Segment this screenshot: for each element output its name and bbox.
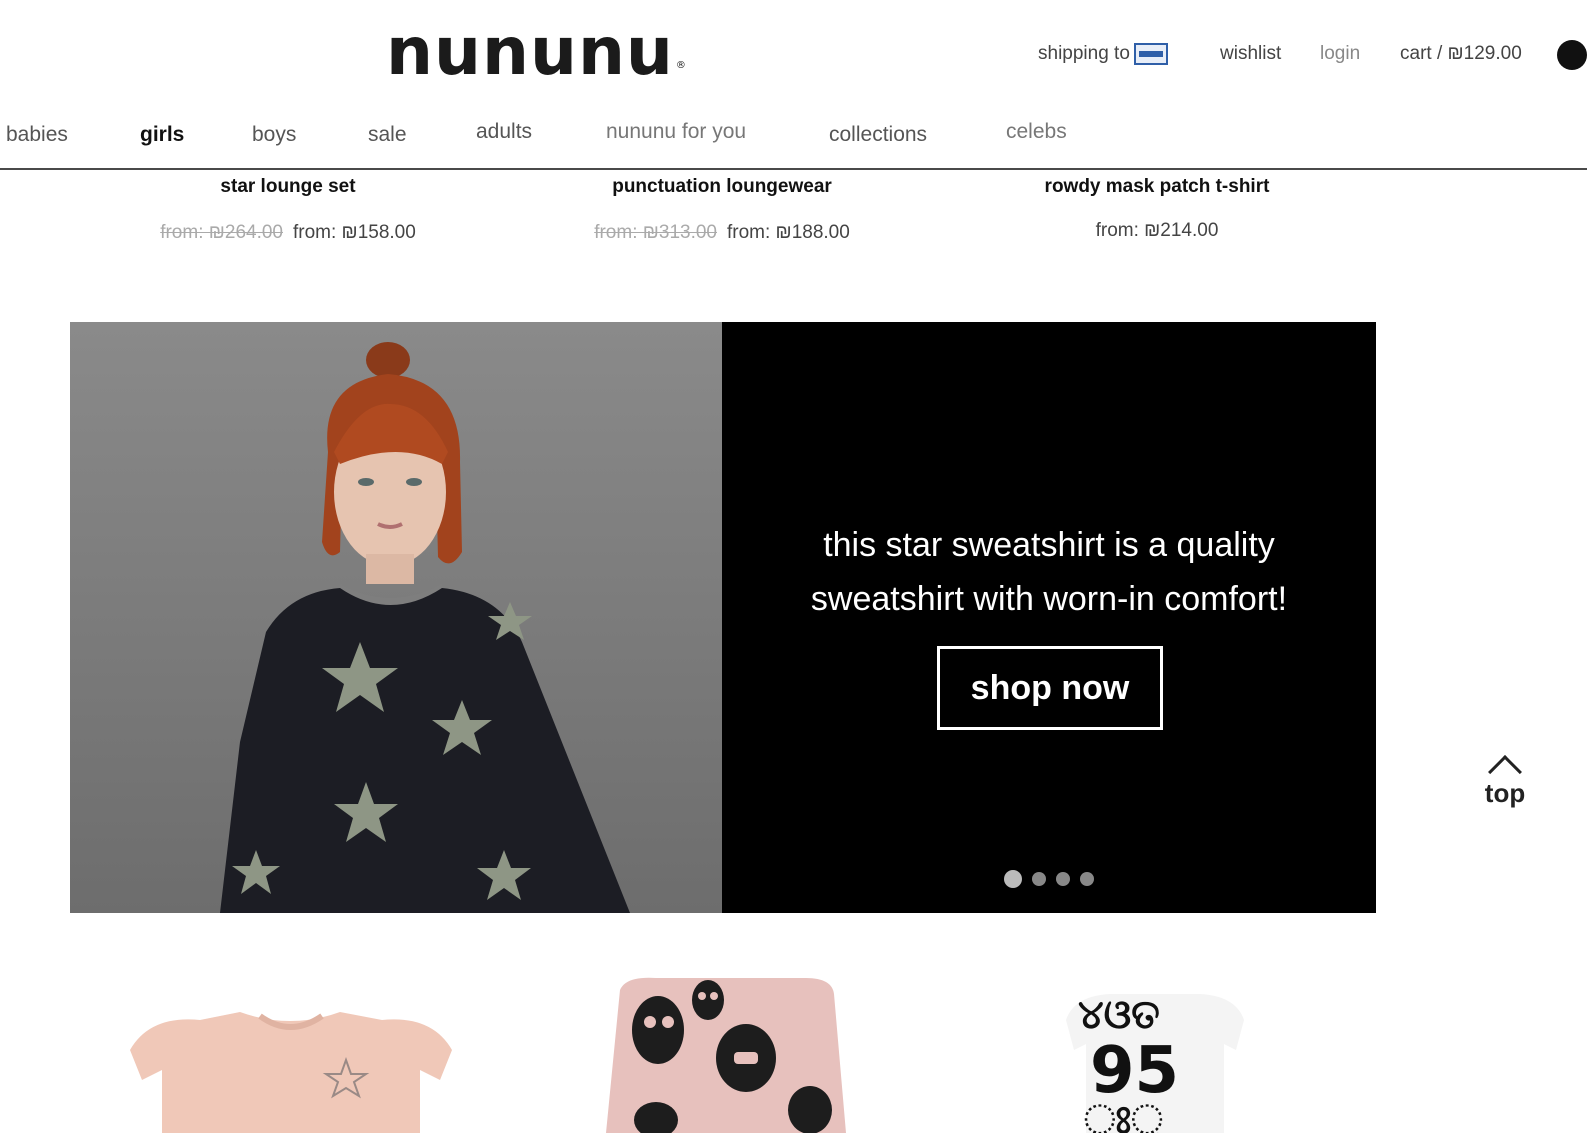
shop-now-button[interactable]: shop now xyxy=(937,646,1163,730)
banner-photo[interactable] xyxy=(70,322,722,913)
product-title-star-lounge-set[interactable]: star lounge set xyxy=(78,176,498,198)
product-price: from: ₪214.00 xyxy=(947,220,1367,242)
banner-headline: this star sweatshirt is a quality sweats… xyxy=(810,526,1288,618)
carousel-dot-2[interactable] xyxy=(1032,872,1046,886)
wishlist-link[interactable]: wishlist xyxy=(1220,40,1281,68)
cart-link[interactable]: cart / ₪129.00 xyxy=(1400,40,1522,68)
cart-count-icon[interactable] xyxy=(1557,40,1587,70)
girl-star-sweatshirt-image xyxy=(220,342,630,913)
current-price: from: ₪214.00 xyxy=(1095,220,1219,241)
nav-item-collections[interactable]: collections xyxy=(829,118,927,152)
product-price: from: ₪313.00 from: ₪188.00 xyxy=(512,222,932,244)
flag-icon xyxy=(1133,43,1168,65)
product-thumbnail-number-print-tee[interactable]: ୪ଓତ 95 ଃୁ xyxy=(1060,960,1250,1133)
pink-mask-pants-image xyxy=(606,977,846,1133)
carousel-dot-1[interactable] xyxy=(1004,870,1022,888)
pink-tshirt-image xyxy=(130,1012,452,1133)
product-price: from: ₪264.00 from: ₪158.00 xyxy=(78,222,498,244)
site-header: nununu ® shipping to wishlist login cart … xyxy=(0,0,1587,170)
carousel-dots xyxy=(1004,870,1094,888)
site-logo[interactable]: nununu ® xyxy=(386,14,687,90)
back-to-top-button[interactable]: top xyxy=(1478,752,1532,810)
svg-text:ଃୁ: ଃୁ xyxy=(1084,1097,1169,1133)
old-price: from: ₪264.00 xyxy=(160,222,283,243)
carousel-dot-4[interactable] xyxy=(1080,872,1094,886)
nav-item-babies[interactable]: babies xyxy=(6,118,68,152)
login-link[interactable]: login xyxy=(1320,40,1360,68)
nav-item-boys[interactable]: boys xyxy=(252,118,296,152)
shipping-to-label: shipping to xyxy=(1038,43,1130,64)
nav-item-adults[interactable]: adults xyxy=(476,115,532,149)
product-thumbnail-mask-print-pants[interactable] xyxy=(596,960,856,1133)
number-print-tshirt-image: ୪ଓତ 95 ଃୁ xyxy=(1066,992,1244,1133)
product-title-punctuation-loungewear[interactable]: punctuation loungewear xyxy=(512,176,932,198)
carousel-dot-3[interactable] xyxy=(1056,872,1070,886)
nav-item-sale[interactable]: sale xyxy=(368,118,407,152)
svg-text:୪ଓତ: ୪ଓତ xyxy=(1078,992,1160,1038)
banner-text-panel: this star sweatshirt is a quality sweats… xyxy=(722,322,1376,913)
main-nav: babies girls boys sale adults nununu for… xyxy=(0,118,1587,152)
nav-item-nununu-for-you[interactable]: nununu for you xyxy=(606,115,746,149)
promo-banner: this star sweatshirt is a quality sweats… xyxy=(70,322,1376,913)
registered-mark: ® xyxy=(675,60,687,71)
old-price: from: ₪313.00 xyxy=(594,222,717,243)
nav-item-celebs[interactable]: celebs xyxy=(1006,115,1067,149)
nav-item-girls[interactable]: girls xyxy=(140,118,184,152)
product-thumbnail-pink-ruffle-tee[interactable] xyxy=(120,960,460,1133)
shipping-selector[interactable]: shipping to xyxy=(1038,40,1168,68)
current-price: from: ₪188.00 xyxy=(727,222,850,243)
current-price: from: ₪158.00 xyxy=(293,222,416,243)
product-title-rowdy-mask-patch-tshirt[interactable]: rowdy mask patch t-shirt xyxy=(947,176,1367,198)
